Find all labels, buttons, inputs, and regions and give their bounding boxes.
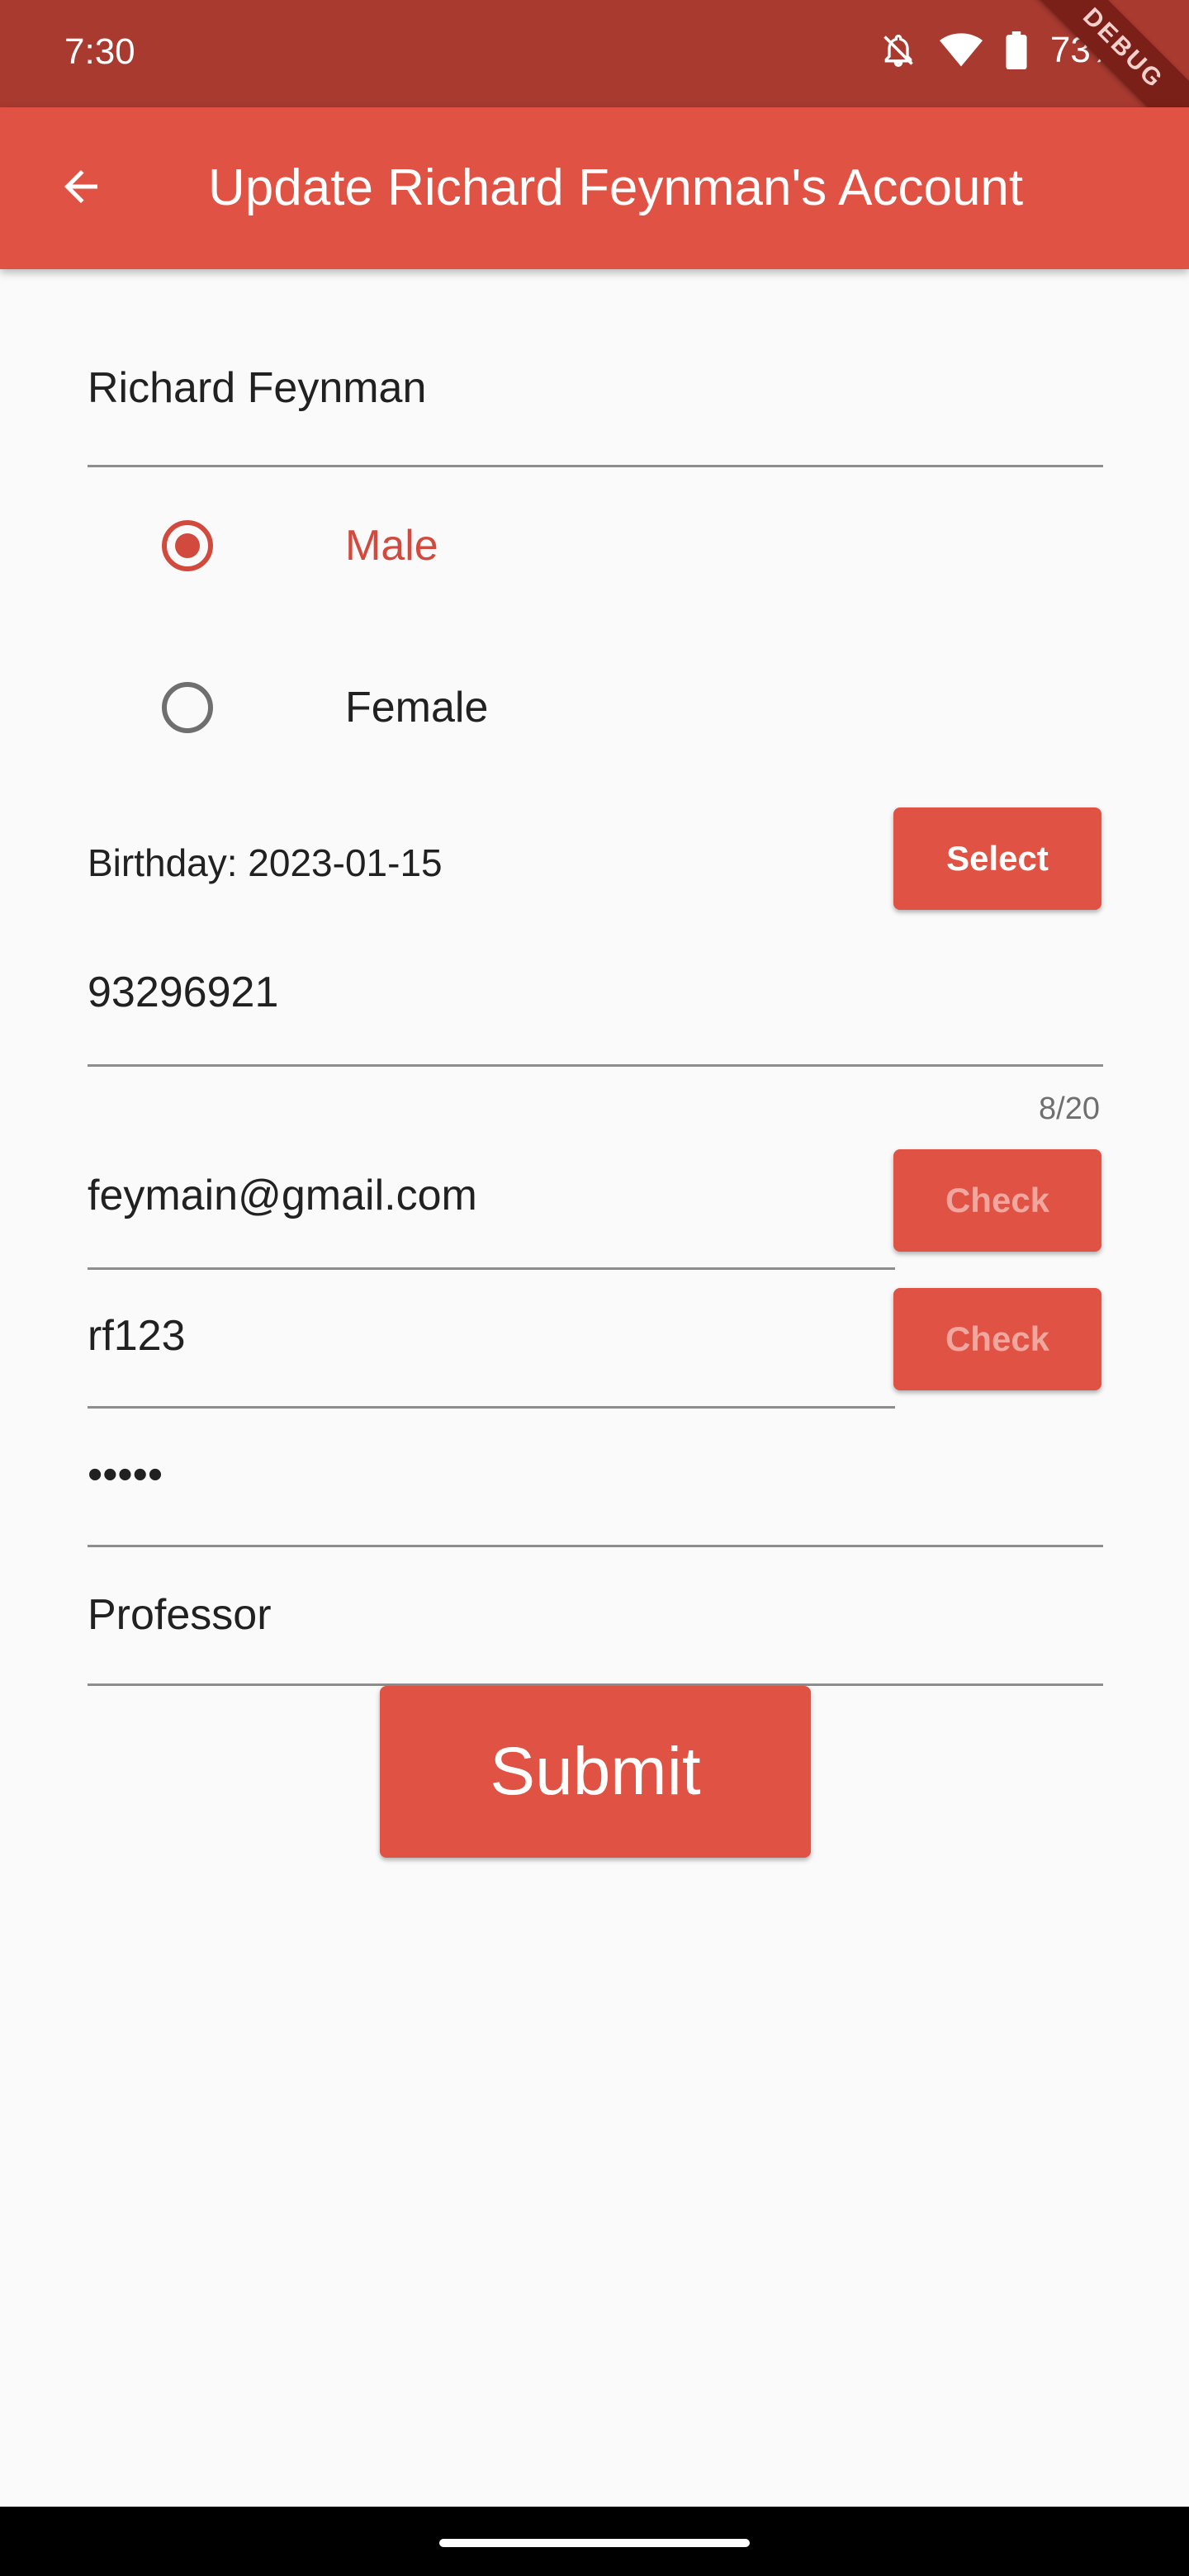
- select-date-button[interactable]: Select: [893, 807, 1101, 910]
- name-field[interactable]: [88, 363, 1103, 467]
- phone-field[interactable]: [88, 968, 1103, 1067]
- back-button[interactable]: [41, 149, 121, 228]
- email-field[interactable]: [88, 1171, 895, 1270]
- password-field[interactable]: [88, 1450, 1103, 1547]
- password-input[interactable]: [88, 1450, 1103, 1499]
- radio-label-male: Male: [345, 522, 438, 570]
- home-gesture-handle[interactable]: [439, 2539, 750, 2547]
- page-title: Update Richard Feynman's Account: [208, 159, 1024, 216]
- birthday-label: Birthday: 2023-01-15: [88, 841, 443, 884]
- radio-button-unselected[interactable]: [162, 682, 213, 733]
- arrow-back-icon: [56, 162, 106, 215]
- radio-label-female: Female: [345, 684, 489, 732]
- radio-button-selected[interactable]: [162, 520, 213, 571]
- phone-input[interactable]: [88, 968, 1103, 1017]
- name-input[interactable]: [88, 363, 1103, 413]
- email-input[interactable]: [88, 1171, 895, 1220]
- occupation-field[interactable]: [88, 1590, 1103, 1686]
- phone-character-counter: 8/20: [1039, 1091, 1100, 1126]
- email-check-button[interactable]: Check: [893, 1149, 1101, 1252]
- battery-icon: [1006, 31, 1027, 69]
- radio-option-male[interactable]: Male: [162, 520, 438, 571]
- occupation-input[interactable]: [88, 1590, 1103, 1640]
- radio-dot: [175, 533, 200, 558]
- notifications-off-icon: [880, 32, 917, 69]
- wifi-icon: [939, 32, 983, 69]
- username-check-button[interactable]: Check: [893, 1288, 1101, 1390]
- radio-option-female[interactable]: Female: [162, 682, 488, 733]
- username-input[interactable]: [88, 1311, 895, 1361]
- status-time: 7:30: [64, 31, 135, 72]
- status-bar: 7:30 73% DEBUG: [0, 0, 1189, 154]
- submit-button[interactable]: Submit: [380, 1686, 811, 1858]
- app-bar: Update Richard Feynman's Account: [0, 107, 1189, 269]
- username-field[interactable]: [88, 1311, 895, 1409]
